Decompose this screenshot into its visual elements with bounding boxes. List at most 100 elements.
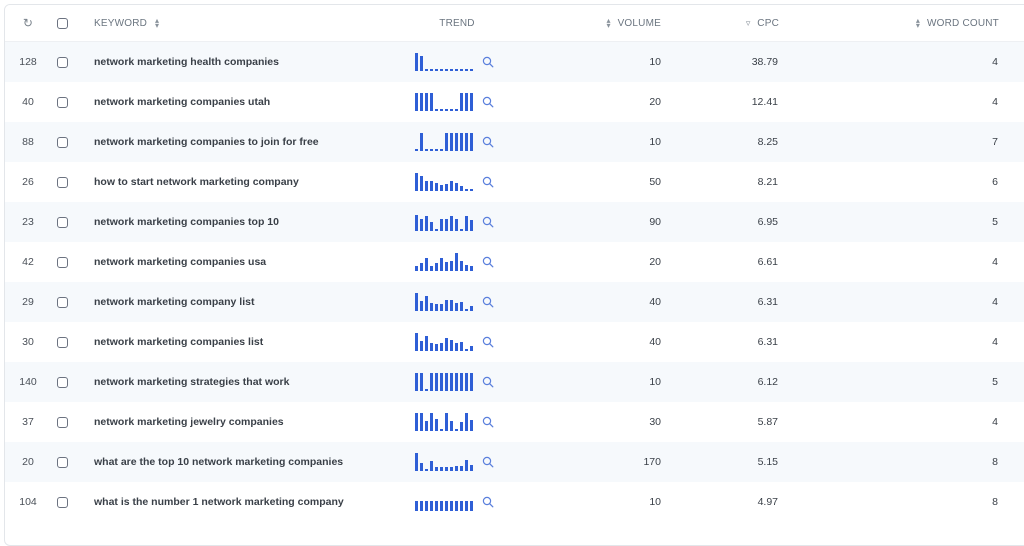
trend-bar (455, 109, 458, 111)
trend-bar (430, 69, 433, 71)
row-index: 26 (22, 176, 34, 188)
table-row[interactable]: 88 network marketing companies to join fo… (5, 122, 1024, 162)
trend-bar (435, 373, 438, 391)
keyword-cell[interactable]: network marketing companies usa (94, 242, 394, 282)
row-checkbox[interactable] (57, 282, 73, 322)
search-icon[interactable] (482, 216, 494, 228)
search-icon[interactable] (482, 336, 494, 348)
trend-bar (435, 419, 438, 431)
search-icon[interactable] (482, 256, 494, 268)
keyword-cell[interactable]: network marketing health companies (94, 42, 394, 82)
keyword-cell[interactable]: network marketing strategies that work (94, 362, 394, 402)
row-checkbox[interactable] (57, 402, 73, 442)
trend-bar (415, 93, 418, 111)
trend-bar (460, 342, 463, 351)
keyword-cell[interactable]: network marketing companies top 10 (94, 202, 394, 242)
row-checkbox[interactable] (57, 242, 73, 282)
search-icon[interactable] (482, 136, 494, 148)
trend-bar (445, 109, 448, 111)
trend-bar (430, 93, 433, 111)
trend-bar (465, 349, 468, 351)
trend-cell (415, 362, 515, 402)
word-count-cell: 4 (992, 296, 998, 308)
table-row[interactable]: 23 network marketing companies top 10 90 6.… (5, 202, 1024, 242)
trend-bar (415, 413, 418, 431)
search-icon[interactable] (482, 296, 494, 308)
trend-bar (415, 453, 418, 471)
keyword-cell[interactable]: network marketing company list (94, 282, 394, 322)
table-row[interactable]: 20 what are the top 10 network marketing … (5, 442, 1024, 482)
sort-icon: ▴ ▾ (154, 16, 160, 30)
table-row[interactable]: 30 network marketing companies list 40 6.31… (5, 322, 1024, 362)
trend-bar (430, 222, 433, 231)
trend-bar (430, 501, 433, 511)
trend-bar (420, 176, 423, 191)
row-checkbox[interactable] (57, 322, 73, 362)
keyword-cell[interactable]: network marketing jewelry companies (94, 402, 394, 442)
search-icon[interactable] (482, 56, 494, 68)
table-row[interactable]: 104 what is the number 1 network marketin… (5, 482, 1024, 522)
trend-bar (420, 373, 423, 391)
trend-bar (425, 336, 428, 351)
trend-bar (455, 253, 458, 271)
keyword-cell[interactable]: network marketing companies list (94, 322, 394, 362)
column-header-volume[interactable]: ▴ ▾ VOLUME (565, 5, 661, 41)
refresh-button[interactable]: ↻ (5, 5, 51, 41)
volume-cell: 30 (649, 416, 661, 428)
row-checkbox[interactable] (57, 362, 73, 402)
column-header-word-count[interactable]: ▴ ▾ WORD COUNT (875, 5, 999, 41)
row-checkbox[interactable] (57, 202, 73, 242)
trend-bar (465, 93, 468, 111)
search-icon[interactable] (482, 416, 494, 428)
search-icon[interactable] (482, 376, 494, 388)
trend-bar (470, 266, 473, 271)
trend-bar (460, 93, 463, 111)
row-checkbox[interactable] (57, 442, 73, 482)
trend-bar (430, 343, 433, 351)
trend-bar (440, 429, 443, 431)
keyword-cell[interactable]: network marketing companies utah (94, 82, 394, 122)
keyword-cell[interactable]: network marketing companies to join for … (94, 122, 394, 162)
trend-bar (465, 265, 468, 271)
keyword-cell[interactable]: how to start network marketing company (94, 162, 394, 202)
trend-bar (465, 216, 468, 231)
table-row[interactable]: 140 network marketing strategies that wor… (5, 362, 1024, 402)
trend-bar (415, 333, 418, 351)
table-row[interactable]: 37 network marketing jewelry companies 30 5… (5, 402, 1024, 442)
column-header-cpc[interactable]: ▿ CPC (705, 5, 779, 41)
search-icon[interactable] (482, 96, 494, 108)
trend-bar (450, 373, 453, 391)
keyword-cell[interactable]: what are the top 10 network marketing co… (94, 442, 394, 482)
cpc-cell: 8.21 (757, 176, 778, 188)
search-icon[interactable] (482, 456, 494, 468)
table-row[interactable]: 128 network marketing health companies 10 3… (5, 42, 1024, 82)
trend-bar (445, 501, 448, 511)
column-header-keyword[interactable]: KEYWORD ▴ ▾ (94, 5, 394, 41)
search-icon[interactable] (482, 496, 494, 508)
table-row[interactable]: 26 how to start network marketing company… (5, 162, 1024, 202)
table-row[interactable]: 42 network marketing companies usa 20 6.61 4 (5, 242, 1024, 282)
cpc-cell: 6.31 (757, 296, 778, 308)
row-checkbox[interactable] (57, 122, 73, 162)
trend-bar (435, 344, 438, 351)
table-row[interactable]: 40 network marketing companies utah 20 12.4… (5, 82, 1024, 122)
row-checkbox[interactable] (57, 162, 73, 202)
trend-bar (460, 501, 463, 511)
select-all-checkbox[interactable] (57, 5, 73, 41)
row-checkbox[interactable] (57, 42, 73, 82)
trend-bar (420, 501, 423, 511)
row-checkbox[interactable] (57, 82, 73, 122)
trend-bar (465, 189, 468, 191)
trend-bar (430, 373, 433, 391)
word-count-cell: 8 (992, 496, 998, 508)
keyword-cell[interactable]: what is the number 1 network marketing c… (94, 482, 394, 522)
volume-cell: 10 (649, 496, 661, 508)
trend-bar (460, 186, 463, 191)
table-header: ↻ KEYWORD ▴ ▾ TREND ▴ ▾ VOLUME ▿ CPC ▴ ▾ WO… (5, 5, 1024, 42)
row-checkbox[interactable] (57, 482, 73, 522)
table-row[interactable]: 29 network marketing company list 40 6.31 4 (5, 282, 1024, 322)
search-icon[interactable] (482, 176, 494, 188)
trend-bar (445, 219, 448, 231)
volume-cell: 10 (649, 376, 661, 388)
trend-bar (470, 346, 473, 351)
